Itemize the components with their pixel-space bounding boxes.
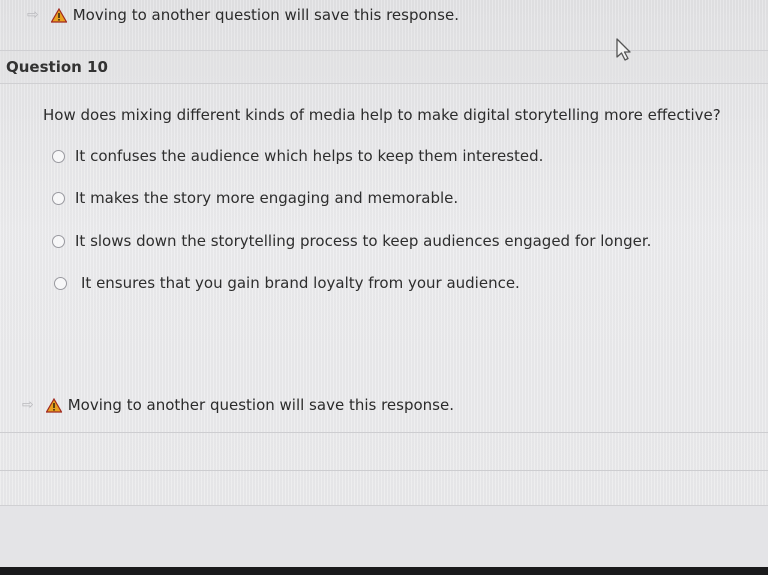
option-label: It confuses the audience which helps to …: [75, 147, 544, 165]
monitor-bezel: [0, 567, 768, 575]
option-label: It slows down the storytelling process t…: [75, 232, 652, 250]
page-footer-area: [0, 505, 768, 568]
section-divider: [0, 470, 768, 471]
answer-option-4[interactable]: It ensures that you gain brand loyalty f…: [54, 274, 520, 292]
arrow-right-icon: ⇨: [22, 397, 34, 413]
warning-icon: [45, 397, 62, 413]
save-notice-bottom: ⇨ Moving to another question will save t…: [22, 396, 454, 414]
section-divider: [0, 432, 768, 433]
warning-icon: [50, 7, 67, 23]
answer-option-2[interactable]: It makes the story more engaging and mem…: [52, 189, 458, 207]
mouse-cursor-icon: [616, 38, 631, 61]
question-title: Question 10: [6, 58, 108, 76]
radio-button[interactable]: [52, 149, 65, 163]
answer-option-3[interactable]: It slows down the storytelling process t…: [52, 232, 651, 250]
option-label: It makes the story more engaging and mem…: [75, 189, 459, 207]
radio-button[interactable]: [52, 191, 65, 205]
radio-button[interactable]: [54, 276, 67, 290]
arrow-right-icon: ⇨: [27, 7, 39, 23]
radio-button[interactable]: [52, 234, 65, 248]
save-notice-top: ⇨ Moving to another question will save t…: [27, 6, 459, 24]
question-header: Question 10: [0, 50, 768, 84]
save-notice-text: Moving to another question will save thi…: [72, 6, 459, 24]
answer-option-1[interactable]: It confuses the audience which helps to …: [52, 147, 543, 165]
option-label: It ensures that you gain brand loyalty f…: [81, 274, 520, 292]
question-prompt: How does mixing different kinds of media…: [43, 106, 721, 124]
save-notice-text: Moving to another question will save thi…: [67, 396, 454, 414]
